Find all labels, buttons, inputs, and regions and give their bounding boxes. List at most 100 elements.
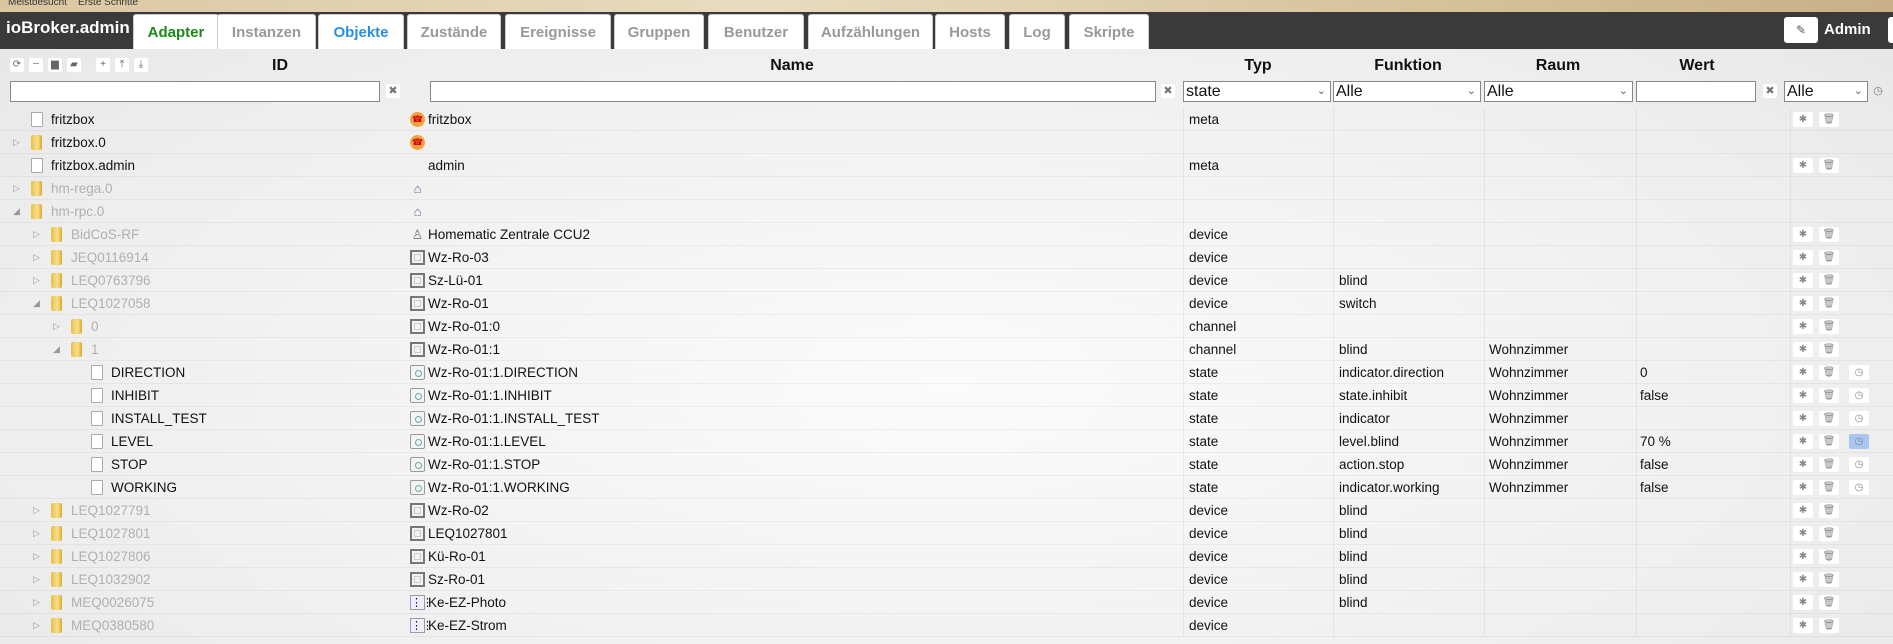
- edit-button[interactable]: ✱: [1793, 572, 1813, 587]
- column-header-room[interactable]: Raum: [1484, 57, 1632, 75]
- expand-toggle-icon[interactable]: ▷: [33, 246, 40, 269]
- edit-button[interactable]: ✱: [1793, 365, 1813, 380]
- edit-button[interactable]: ✱: [1793, 549, 1813, 564]
- edit-button[interactable]: ✱: [1793, 480, 1813, 495]
- edit-button[interactable]: ✱: [1793, 112, 1813, 127]
- value-filter-input[interactable]: [1636, 81, 1756, 102]
- edit-button[interactable]: ✱: [1793, 342, 1813, 357]
- type-filter-select[interactable]: state ⌄: [1183, 81, 1331, 102]
- table-row[interactable]: ▷ LEQ1032902 Sz-Ro-01 device blind ✱ 🗑: [0, 568, 1893, 591]
- id-filter-input[interactable]: [10, 81, 380, 102]
- table-row[interactable]: ◢ hm-rpc.0 ⌂: [0, 200, 1893, 223]
- edit-button[interactable]: ✱: [1793, 388, 1813, 403]
- delete-button[interactable]: 🗑: [1819, 526, 1839, 541]
- expand-toggle-icon[interactable]: ▷: [53, 315, 60, 338]
- tab-benutzer[interactable]: Benutzer: [708, 14, 804, 49]
- table-row[interactable]: STOP Wz-Ro-01:1.STOP state action.stop Wohnz…: [0, 453, 1893, 476]
- column-header-type[interactable]: Typ: [1183, 57, 1333, 75]
- history-button[interactable]: ◷: [1849, 411, 1869, 426]
- edit-icon[interactable]: ✎: [1784, 17, 1818, 43]
- delete-button[interactable]: 🗑: [1819, 250, 1839, 265]
- tab-zustände[interactable]: Zustände: [407, 14, 501, 49]
- edit-button[interactable]: ✱: [1793, 273, 1813, 288]
- column-header-role[interactable]: Funktion: [1333, 57, 1483, 75]
- role-filter-select[interactable]: Alle ⌄: [1333, 81, 1481, 102]
- edit-button[interactable]: ✱: [1793, 503, 1813, 518]
- clear-id-filter-icon[interactable]: ✖: [386, 84, 400, 98]
- name-filter-input[interactable]: [430, 81, 1156, 102]
- expand-toggle-icon[interactable]: ▷: [33, 568, 40, 591]
- delete-button[interactable]: 🗑: [1819, 112, 1839, 127]
- table-row[interactable]: INSTALL_TEST Wz-Ro-01:1.INSTALL_TEST state…: [0, 407, 1893, 430]
- edit-button[interactable]: ✱: [1793, 296, 1813, 311]
- collapse-toggle-icon[interactable]: ◢: [13, 200, 20, 223]
- bookmark-erste-schritte[interactable]: Erste Schritte: [78, 0, 138, 8]
- expand-toggle-icon[interactable]: ▷: [33, 545, 40, 568]
- edit-button[interactable]: ✱: [1793, 250, 1813, 265]
- logout-button[interactable]: [1888, 17, 1893, 43]
- delete-button[interactable]: 🗑: [1819, 480, 1839, 495]
- delete-button[interactable]: 🗑: [1819, 457, 1839, 472]
- delete-button[interactable]: 🗑: [1819, 618, 1839, 633]
- expand-toggle-icon[interactable]: ▷: [33, 614, 40, 637]
- table-row[interactable]: INHIBIT Wz-Ro-01:1.INHIBIT state state.inhi…: [0, 384, 1893, 407]
- tab-adapter[interactable]: Adapter: [133, 14, 219, 49]
- delete-button[interactable]: 🗑: [1819, 434, 1839, 449]
- collapse-toggle-icon[interactable]: ◢: [33, 292, 40, 315]
- edit-button[interactable]: ✱: [1793, 411, 1813, 426]
- table-row[interactable]: ▷ MEQ0380580 ⋮⋮ Ke-EZ-Strom device ✱ 🗑: [0, 614, 1893, 637]
- history-filter-select[interactable]: Alle ⌄: [1784, 81, 1868, 102]
- history-button[interactable]: ◷: [1849, 388, 1869, 403]
- table-row[interactable]: ▷ MEQ0026075 ⋮⋮ Ke-EZ-Photo device blind ✱ 🗑: [0, 591, 1893, 614]
- tab-hosts[interactable]: Hosts: [935, 14, 1005, 49]
- delete-button[interactable]: 🗑: [1819, 365, 1839, 380]
- delete-button[interactable]: 🗑: [1819, 549, 1839, 564]
- table-row[interactable]: ▷ LEQ1027791 Wz-Ro-02 device blind ✱ 🗑: [0, 499, 1893, 522]
- table-row[interactable]: LEVEL Wz-Ro-01:1.LEVEL state level.blind Woh…: [0, 430, 1893, 453]
- delete-button[interactable]: 🗑: [1819, 572, 1839, 587]
- delete-button[interactable]: 🗑: [1819, 273, 1839, 288]
- table-row[interactable]: ▷ hm-rega.0 ⌂: [0, 177, 1893, 200]
- history-button[interactable]: ◷: [1849, 457, 1869, 472]
- delete-button[interactable]: 🗑: [1819, 595, 1839, 610]
- delete-button[interactable]: 🗑: [1819, 296, 1839, 311]
- delete-button[interactable]: 🗑: [1819, 342, 1839, 357]
- tab-aufzählungen[interactable]: Aufzählungen: [808, 14, 933, 49]
- edit-button[interactable]: ✱: [1793, 434, 1813, 449]
- edit-button[interactable]: ✱: [1793, 158, 1813, 173]
- edit-button[interactable]: ✱: [1793, 526, 1813, 541]
- clear-value-filter-icon[interactable]: ✖: [1763, 84, 1777, 98]
- table-row[interactable]: ▷ BidCoS-RF ♙ Homematic Zentrale CCU2 device…: [0, 223, 1893, 246]
- table-row[interactable]: DIRECTION Wz-Ro-01:1.DIRECTION state indica…: [0, 361, 1893, 384]
- delete-button[interactable]: 🗑: [1819, 388, 1839, 403]
- column-header-value[interactable]: Wert: [1636, 57, 1758, 75]
- expand-toggle-icon[interactable]: ▷: [33, 499, 40, 522]
- expand-toggle-icon[interactable]: ▷: [33, 591, 40, 614]
- table-row[interactable]: fritzbox ☎ fritzbox meta ✱ 🗑: [0, 108, 1893, 131]
- expand-toggle-icon[interactable]: ▷: [33, 269, 40, 292]
- edit-button[interactable]: ✱: [1793, 227, 1813, 242]
- tab-ereignisse[interactable]: Ereignisse: [505, 14, 611, 49]
- expand-toggle-icon[interactable]: ▷: [33, 522, 40, 545]
- edit-button[interactable]: ✱: [1793, 319, 1813, 334]
- collapse-toggle-icon[interactable]: ◢: [53, 338, 60, 361]
- expand-toggle-icon[interactable]: ▷: [13, 177, 20, 200]
- delete-button[interactable]: 🗑: [1819, 503, 1839, 518]
- table-row[interactable]: ▷ LEQ1027801 LEQ1027801 device blind ✱ 🗑: [0, 522, 1893, 545]
- delete-button[interactable]: 🗑: [1819, 227, 1839, 242]
- table-row[interactable]: ▷ JEQ0116914 Wz-Ro-03 device ✱ 🗑: [0, 246, 1893, 269]
- table-row[interactable]: ▷ 0 Wz-Ro-01:0 channel ✱ 🗑: [0, 315, 1893, 338]
- table-row[interactable]: fritzbox.admin admin meta ✱ 🗑: [0, 154, 1893, 177]
- table-row[interactable]: ▷ LEQ1027806 Kü-Ro-01 device blind ✱ 🗑: [0, 545, 1893, 568]
- edit-button[interactable]: ✱: [1793, 595, 1813, 610]
- history-button[interactable]: ◷: [1849, 434, 1869, 449]
- table-row[interactable]: WORKING Wz-Ro-01:1.WORKING state indicator.…: [0, 476, 1893, 499]
- delete-button[interactable]: 🗑: [1819, 411, 1839, 426]
- history-button[interactable]: ◷: [1849, 480, 1869, 495]
- tab-gruppen[interactable]: Gruppen: [614, 14, 704, 49]
- table-row[interactable]: ◢ 1 Wz-Ro-01:1 channel blind Wohnzimmer ✱ 🗑: [0, 338, 1893, 361]
- clear-name-filter-icon[interactable]: ✖: [1161, 84, 1175, 98]
- tab-log[interactable]: Log: [1009, 14, 1065, 49]
- tab-instanzen[interactable]: Instanzen: [217, 14, 316, 49]
- expand-toggle-icon[interactable]: ▷: [13, 131, 20, 154]
